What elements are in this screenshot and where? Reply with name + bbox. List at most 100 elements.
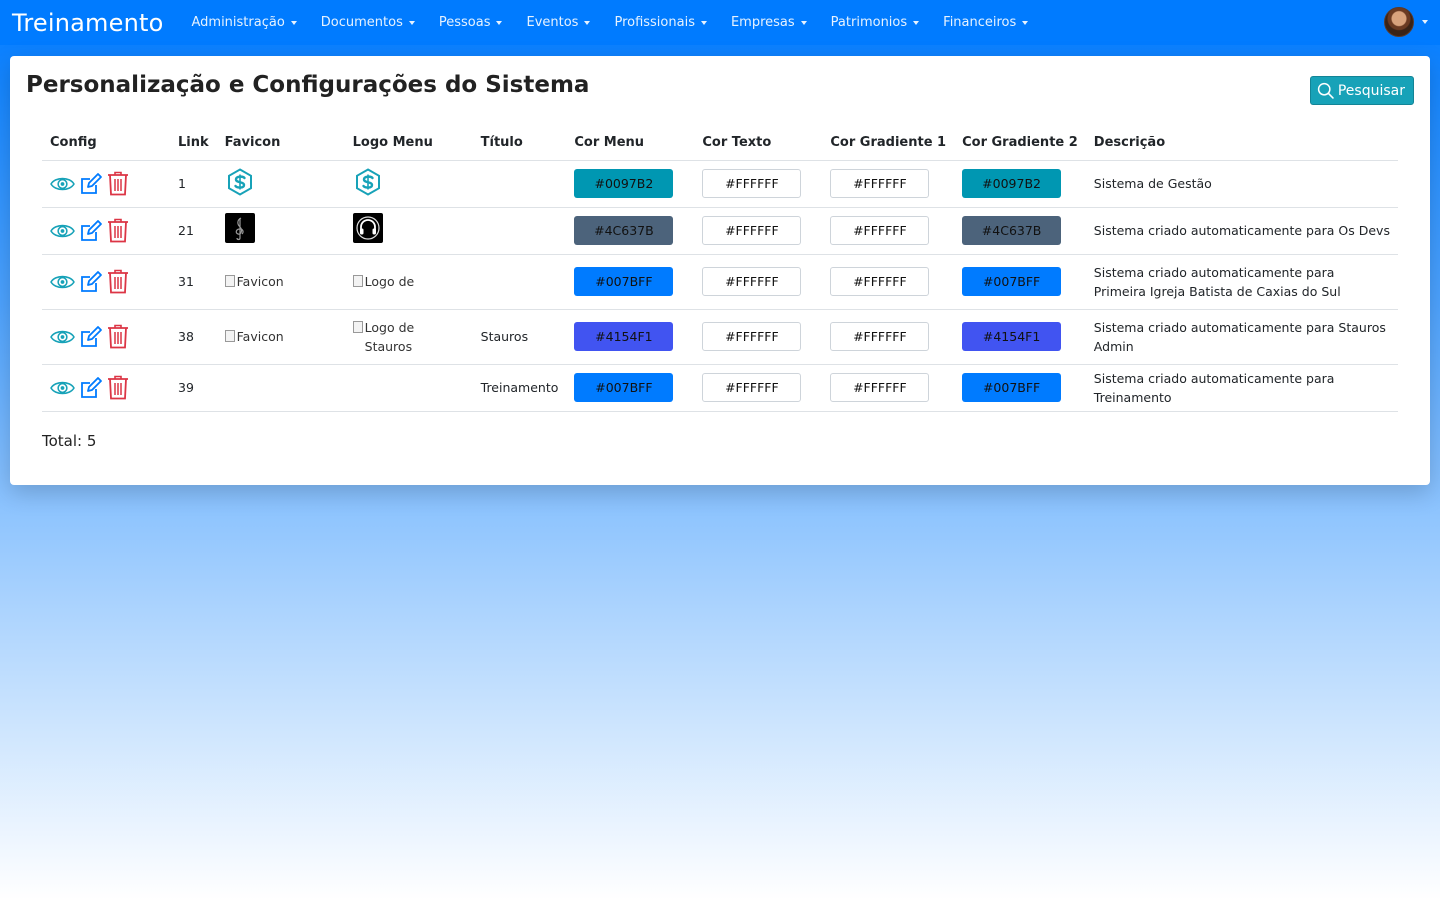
favicon-cell	[216, 207, 345, 255]
table-row: 38 Favicon Logo de Stauros Stauros #4154F1 #F…	[42, 309, 1398, 365]
link-cell: 38	[170, 309, 217, 365]
view-button[interactable]	[50, 378, 75, 398]
brand-title[interactable]: Treinamento	[12, 9, 163, 37]
caret-down-icon	[290, 20, 297, 25]
view-button[interactable]	[50, 327, 75, 347]
settings-card: Personalização e Configurações do Sistem…	[10, 56, 1430, 485]
main-menu: Administração Documentos Pessoas Eventos Pro…	[191, 15, 1052, 30]
row-actions	[50, 218, 162, 243]
delete-button[interactable]	[107, 375, 129, 400]
cor-gradiente-2-cell: #4C637B	[954, 207, 1086, 255]
cor-gradiente-1-cell: #FFFFFF	[822, 160, 955, 208]
image-placeholder-icon	[224, 274, 235, 287]
image-placeholder-icon	[352, 320, 363, 333]
nav-item-empresas[interactable]: Empresas	[731, 15, 807, 30]
chevron-down-icon	[1422, 20, 1428, 24]
cor-gradiente-2-cell: #007BFF	[954, 364, 1086, 412]
view-button[interactable]	[50, 221, 75, 241]
favicon-cell	[216, 364, 345, 412]
descricao-cell: Sistema criado automaticamente para Prim…	[1085, 254, 1398, 310]
cor-texto-cell: #FFFFFF	[694, 364, 823, 412]
avatar[interactable]	[1384, 7, 1414, 37]
delete-button[interactable]	[107, 269, 129, 294]
caret-down-icon	[913, 20, 920, 25]
broken-image-icon: Logo de Stauros	[352, 318, 465, 356]
descricao-cell: Sistema de Gestão	[1085, 160, 1398, 208]
row-actions	[50, 375, 162, 400]
titulo-cell	[472, 160, 567, 208]
cor-menu-cell: #007BFF	[566, 254, 695, 310]
table-header-row: Config Link Favicon Logo Menu Título Cor…	[42, 126, 1398, 161]
table-row: 39 Treinamento #007BFF #FFFFFF #FFFFFF #007BF…	[42, 364, 1398, 412]
cor-gradiente-1-cell: #FFFFFF	[822, 254, 955, 310]
edit-button[interactable]	[79, 376, 103, 400]
delete-button[interactable]	[107, 171, 129, 196]
cor-gradiente-2-cell: #0097B2	[954, 160, 1086, 208]
settings-table: Config Link Favicon Logo Menu Título Cor…	[42, 126, 1398, 412]
trash-icon	[107, 375, 129, 400]
caret-down-icon	[496, 20, 503, 25]
col-titulo: Título	[472, 126, 567, 161]
cor-gradiente-1-swatch: #FFFFFF	[830, 267, 930, 296]
edit-button[interactable]	[79, 325, 103, 349]
delete-button[interactable]	[107, 324, 129, 349]
cor-gradiente-2-swatch: #0097B2	[962, 169, 1062, 198]
edit-button[interactable]	[79, 172, 103, 196]
descricao-cell: Sistema criado automaticamente para Trei…	[1085, 364, 1398, 412]
cor-menu-swatch: #4C637B	[574, 216, 674, 245]
titulo-cell: Treinamento	[472, 364, 567, 412]
nav-item-documentos[interactable]: Documentos	[321, 15, 415, 30]
actions-cell	[42, 207, 170, 255]
music-note-icon	[224, 213, 255, 243]
titulo-cell: Stauros	[472, 309, 567, 365]
logo-menu-cell	[344, 364, 473, 412]
nav-item-label: Empresas	[730, 15, 795, 30]
cor-menu-swatch: #007BFF	[574, 267, 674, 296]
nav-item-profissionais[interactable]: Profissionais	[614, 15, 707, 30]
cor-texto-cell: #FFFFFF	[694, 160, 823, 208]
titulo-cell	[472, 254, 567, 310]
cor-gradiente-2-cell: #007BFF	[954, 254, 1086, 310]
view-button[interactable]	[50, 174, 75, 194]
col-cor-menu: Cor Menu	[566, 126, 695, 161]
row-actions	[50, 324, 162, 349]
link-cell: 21	[170, 207, 217, 255]
actions-cell	[42, 254, 170, 310]
col-cor-gradiente-2: Cor Gradiente 2	[954, 126, 1086, 161]
nav-item-financeiros[interactable]: Financeiros	[943, 15, 1029, 30]
caret-down-icon	[800, 20, 807, 25]
cor-menu-swatch: #0097B2	[574, 169, 674, 198]
nav-item-label: Pessoas	[438, 15, 491, 30]
nav-item-eventos[interactable]: Eventos	[526, 15, 591, 30]
edit-button[interactable]	[79, 219, 103, 243]
cor-menu-cell: #007BFF	[566, 364, 695, 412]
view-button[interactable]	[50, 272, 75, 292]
caret-down-icon	[700, 20, 707, 25]
cor-gradiente-1-swatch: #FFFFFF	[830, 169, 930, 198]
favicon-cell	[216, 160, 345, 208]
cor-menu-swatch: #4154F1	[574, 322, 674, 351]
link-cell: 1	[170, 160, 217, 208]
edit-icon	[79, 219, 103, 243]
caret-down-icon	[1022, 20, 1029, 25]
delete-button[interactable]	[107, 218, 129, 243]
user-menu[interactable]	[1384, 7, 1428, 37]
nav-item-patrimonios[interactable]: Patrimonios	[831, 15, 920, 30]
actions-cell	[42, 160, 170, 208]
col-link: Link	[170, 126, 217, 161]
logo-menu-alt-text: Logo de Stauros	[364, 319, 415, 354]
table-row: 21 #4C637B #FFFFFF #FFFFFF #4C637B Sistema cr…	[42, 207, 1398, 255]
cor-gradiente-1-cell: #FFFFFF	[822, 207, 955, 255]
cor-texto-swatch: #FFFFFF	[702, 267, 802, 296]
edit-button[interactable]	[79, 270, 103, 294]
edit-icon	[79, 270, 103, 294]
eye-icon	[50, 327, 75, 347]
actions-cell	[42, 309, 170, 365]
cor-menu-cell: #4154F1	[566, 309, 695, 365]
nav-item-pessoas[interactable]: Pessoas	[439, 15, 503, 30]
row-actions	[50, 269, 162, 294]
col-config: Config	[42, 126, 170, 161]
cor-texto-cell: #FFFFFF	[694, 207, 823, 255]
nav-item-administracao[interactable]: Administração	[191, 15, 297, 30]
search-button[interactable]: Pesquisar	[1309, 76, 1414, 105]
